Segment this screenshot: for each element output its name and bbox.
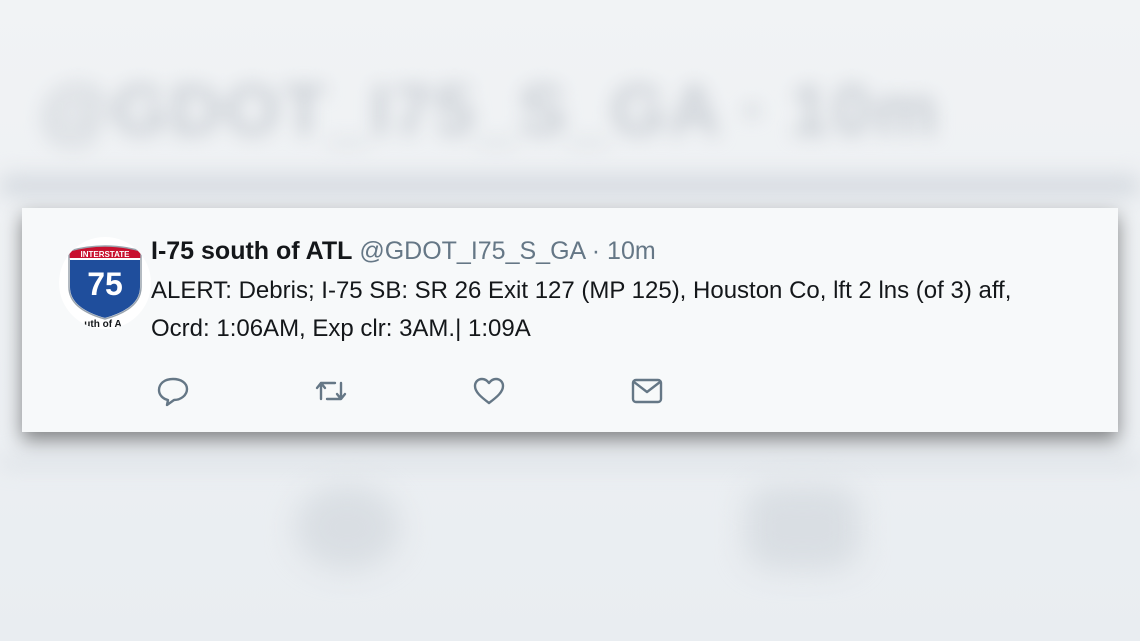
avatar[interactable]: INTERSTATE 75 uth of A xyxy=(59,237,151,329)
like-icon xyxy=(473,377,505,405)
svg-text:uth of A: uth of A xyxy=(84,319,121,329)
like-button[interactable] xyxy=(471,373,507,409)
direct-message-icon xyxy=(631,378,663,404)
reply-button[interactable] xyxy=(155,373,191,409)
blurred-icon xyxy=(295,485,400,570)
tweet-header: I-75 south of ATL @GDOT_I75_S_GA · 10m xyxy=(151,236,1104,266)
blurred-header-text: @GDOT_I75_S_GA · 10m xyxy=(40,71,940,151)
svg-text:75: 75 xyxy=(87,266,123,302)
reply-icon xyxy=(157,377,189,407)
tweet-card[interactable]: INTERSTATE 75 uth of A I-75 south of ATL… xyxy=(22,208,1118,432)
tweet-text: ALERT: Debris; I-75 SB: SR 26 Exit 127 (… xyxy=(151,277,1012,342)
user-handle[interactable]: @GDOT_I75_S_GA xyxy=(359,237,584,265)
blurred-line xyxy=(0,175,1140,197)
retweet-icon xyxy=(315,381,347,401)
svg-text:INTERSTATE: INTERSTATE xyxy=(80,250,130,259)
tweet-content: I-75 south of ATL @GDOT_I75_S_GA · 10m A… xyxy=(151,236,1104,348)
interstate-shield-icon: INTERSTATE 75 uth of A xyxy=(68,245,142,329)
blurred-line xyxy=(0,455,1140,469)
separator-dot: · xyxy=(591,237,601,265)
direct-message-button[interactable] xyxy=(629,373,665,409)
timestamp[interactable]: 10m xyxy=(607,237,656,265)
retweet-button[interactable] xyxy=(313,373,349,409)
blurred-icon xyxy=(745,485,860,570)
display-name[interactable]: I-75 south of ATL xyxy=(151,237,352,265)
